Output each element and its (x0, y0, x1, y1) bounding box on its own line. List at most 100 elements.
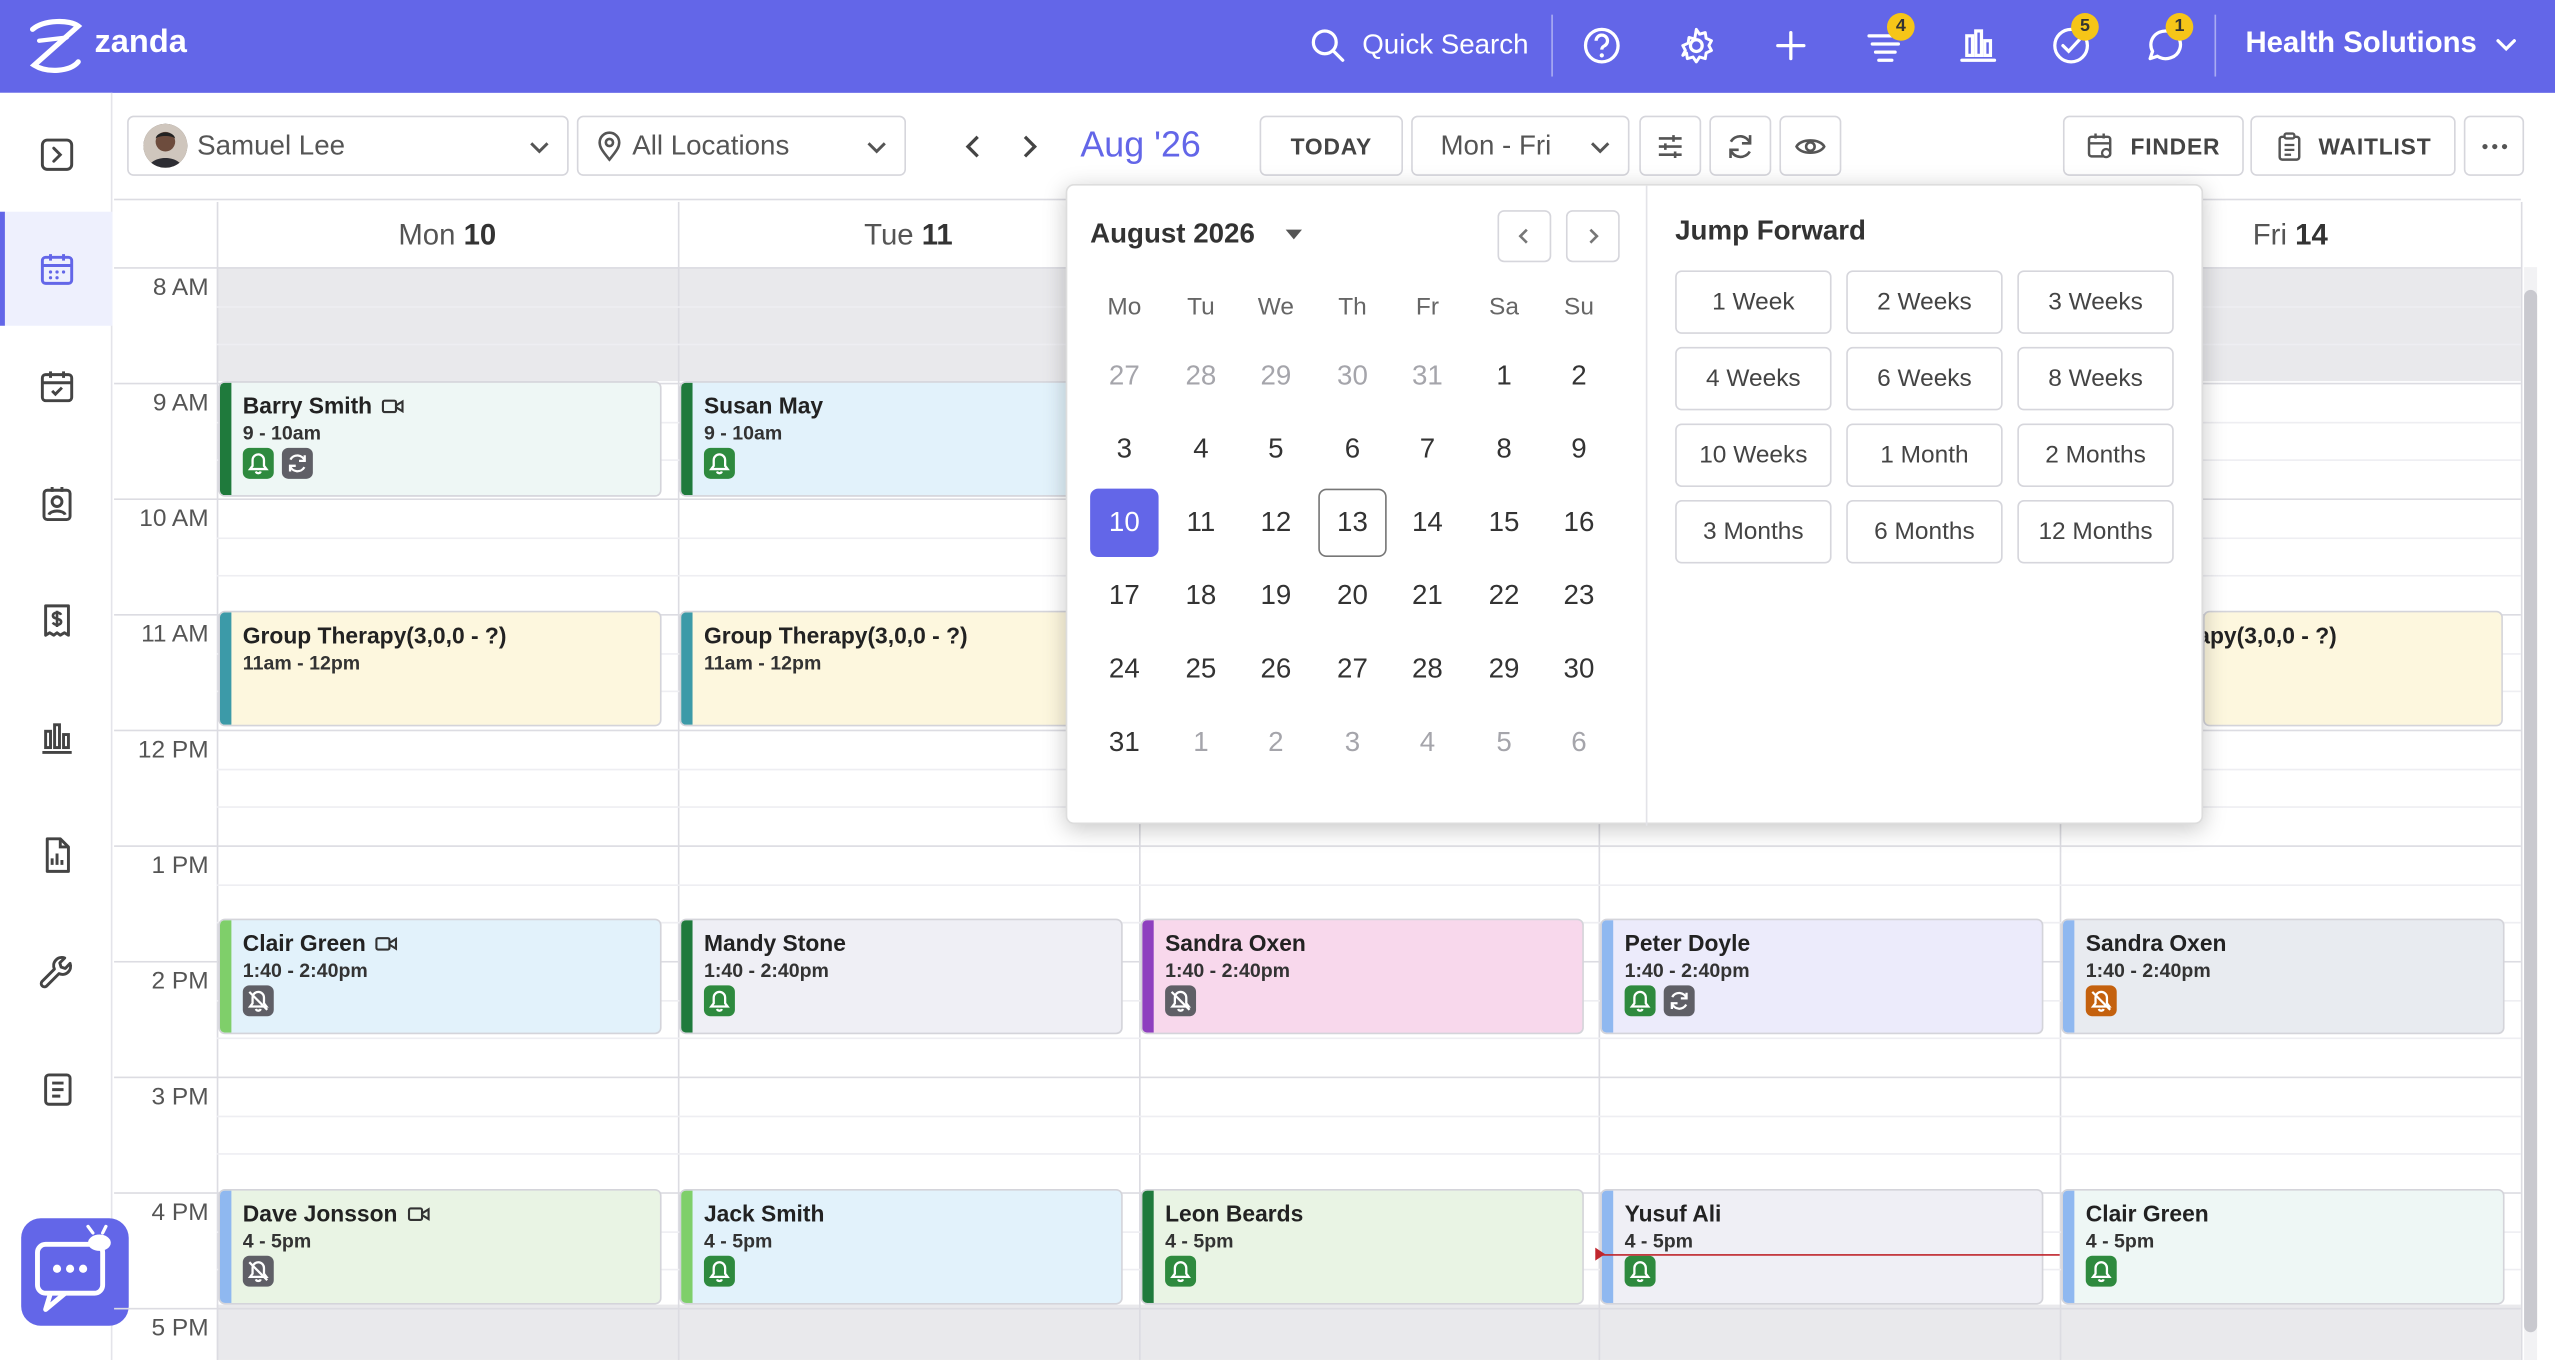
date-cell[interactable]: 27 (1090, 342, 1158, 410)
current-period-label[interactable]: Aug '26 (1080, 124, 1200, 166)
jump-forward-option[interactable]: 6 Months (1846, 500, 2003, 564)
appointment-card[interactable]: Sandra Oxen 1:40 - 2:40pm (2061, 918, 2505, 1035)
date-cell[interactable]: 5 (1242, 415, 1310, 483)
gear-icon[interactable] (1673, 23, 1719, 69)
date-cell[interactable]: 7 (1393, 415, 1461, 483)
sidebar-item-documents[interactable] (0, 798, 112, 912)
support-chat-button[interactable] (21, 1218, 129, 1326)
date-cell[interactable]: 10 (1090, 488, 1159, 558)
jump-forward-option[interactable]: 2 Weeks (1846, 270, 2003, 334)
date-cell[interactable]: 23 (1545, 562, 1613, 630)
date-cell[interactable]: 18 (1167, 562, 1235, 630)
sidebar-expand-button[interactable] (0, 98, 112, 212)
reports-chart-icon[interactable] (1955, 23, 2001, 69)
appointment-card[interactable]: Barry Smith 9 - 10am (218, 381, 662, 497)
day-header-mon[interactable]: Mon 10 (217, 202, 678, 267)
finder-button[interactable]: FINDER (2062, 115, 2244, 176)
appointment-card[interactable]: Clair Green 1:40 - 2:40pm (218, 918, 662, 1035)
appointment-card[interactable]: Yusuf Ali 4 - 5pm (1600, 1188, 2044, 1305)
appointment-card[interactable]: Clair Green 4 - 5pm (2061, 1188, 2505, 1305)
sidebar-item-notes[interactable] (0, 1033, 112, 1147)
sidebar-item-billing[interactable] (0, 564, 112, 678)
next-period-button[interactable] (1014, 130, 1047, 163)
date-cell[interactable]: 9 (1545, 415, 1613, 483)
date-cell[interactable]: 25 (1167, 635, 1235, 703)
date-cell[interactable]: 29 (1470, 635, 1538, 703)
date-cell[interactable]: 3 (1318, 708, 1386, 776)
date-cell[interactable]: 31 (1393, 342, 1461, 410)
organization-dropdown[interactable]: Health Solutions (2245, 26, 2519, 60)
sidebar-item-appointments[interactable] (0, 329, 112, 443)
date-cell[interactable]: 21 (1393, 562, 1461, 630)
refresh-button[interactable] (1709, 115, 1772, 176)
date-cell[interactable]: 30 (1545, 635, 1613, 703)
waitlist-button[interactable]: WAITLIST (2250, 115, 2456, 176)
appointment-card[interactable]: Group Therapy(3,0,0 - ?) 11am - 12pm (218, 610, 662, 727)
date-cell[interactable]: 12 (1242, 489, 1310, 557)
appointment-card[interactable]: Peter Doyle 1:40 - 2:40pm (1600, 918, 2044, 1035)
sidebar-item-reports[interactable] (0, 681, 112, 795)
jump-forward-option[interactable]: 1 Month (1846, 423, 2003, 487)
date-cell[interactable]: 31 (1090, 708, 1158, 776)
view-select[interactable]: Mon - Fri (1411, 115, 1630, 176)
plus-icon[interactable] (1768, 23, 1814, 69)
appointment-card[interactable]: Sandra Oxen 1:40 - 2:40pm (1140, 918, 1584, 1035)
date-cell[interactable]: 6 (1545, 708, 1613, 776)
date-cell[interactable]: 4 (1393, 708, 1461, 776)
date-cell[interactable]: 13 (1318, 488, 1387, 558)
date-cell[interactable]: 2 (1545, 342, 1613, 410)
visibility-button[interactable] (1779, 115, 1842, 176)
date-cell[interactable]: 15 (1470, 489, 1538, 557)
date-cell[interactable]: 1 (1470, 342, 1538, 410)
appointment-card[interactable]: Group Therapy(3,0,0 - ?) 11am - 12pm (679, 610, 1123, 727)
appointment-card[interactable]: Dave Jonsson 4 - 5pm (218, 1188, 662, 1305)
previous-period-button[interactable] (957, 130, 990, 163)
jump-forward-option[interactable]: 2 Months (2017, 423, 2174, 487)
jump-forward-option[interactable]: 3 Weeks (2017, 270, 2174, 334)
location-select[interactable]: All Locations (576, 115, 907, 176)
date-cell[interactable]: 22 (1470, 562, 1538, 630)
more-options-button[interactable] (2463, 115, 2525, 176)
appointment-card[interactable]: Jack Smith 4 - 5pm (679, 1188, 1123, 1305)
sidebar-item-tools[interactable] (0, 915, 112, 1029)
appointment-card[interactable]: Mandy Stone 1:40 - 2:40pm (679, 918, 1123, 1035)
jump-forward-option[interactable]: 6 Weeks (1846, 346, 2003, 411)
quick-search-button[interactable]: Quick Search (1310, 28, 1529, 64)
jump-forward-option[interactable]: 1 Week (1675, 270, 1832, 334)
filter-settings-button[interactable] (1639, 115, 1702, 176)
date-cell[interactable]: 8 (1470, 415, 1538, 483)
date-cell[interactable]: 16 (1545, 489, 1613, 557)
practitioner-select[interactable]: Samuel Lee (127, 115, 569, 176)
date-cell[interactable]: 28 (1167, 342, 1235, 410)
zanda-logo-icon[interactable] (24, 16, 86, 76)
jump-forward-option[interactable]: 4 Weeks (1675, 346, 1832, 411)
date-cell[interactable]: 27 (1318, 635, 1386, 703)
sidebar-item-clients[interactable] (0, 446, 112, 560)
appointment-card[interactable]: rapy(3,0,0 - ?)n (2203, 610, 2503, 727)
today-button[interactable]: TODAY (1259, 115, 1403, 176)
date-cell[interactable]: 5 (1470, 708, 1538, 776)
date-cell[interactable]: 17 (1090, 562, 1158, 630)
jump-forward-option[interactable]: 3 Months (1675, 500, 1832, 564)
date-cell[interactable]: 28 (1393, 635, 1461, 703)
jump-forward-option[interactable]: 10 Weeks (1675, 423, 1832, 487)
date-cell[interactable]: 29 (1242, 342, 1310, 410)
jump-forward-option[interactable]: 12 Months (2017, 500, 2174, 564)
previous-month-button[interactable] (1497, 210, 1552, 263)
calendar-scrollbar-thumb[interactable] (2524, 289, 2538, 1333)
help-icon[interactable] (1579, 23, 1625, 69)
date-cell[interactable]: 4 (1167, 415, 1235, 483)
date-cell[interactable]: 24 (1090, 635, 1158, 703)
next-month-button[interactable] (1565, 210, 1620, 263)
date-cell[interactable]: 3 (1090, 415, 1158, 483)
date-cell[interactable]: 19 (1242, 562, 1310, 630)
appointment-card[interactable]: Susan May 9 - 10am (679, 381, 1123, 497)
date-cell[interactable]: 6 (1318, 415, 1386, 483)
date-cell[interactable]: 14 (1393, 489, 1461, 557)
date-cell[interactable]: 11 (1167, 489, 1235, 557)
jump-forward-option[interactable]: 8 Weeks (2017, 346, 2174, 411)
sidebar-item-calendar[interactable] (0, 211, 113, 326)
date-cell[interactable]: 26 (1242, 635, 1310, 703)
date-cell[interactable]: 1 (1167, 708, 1235, 776)
date-cell[interactable]: 30 (1318, 342, 1386, 410)
